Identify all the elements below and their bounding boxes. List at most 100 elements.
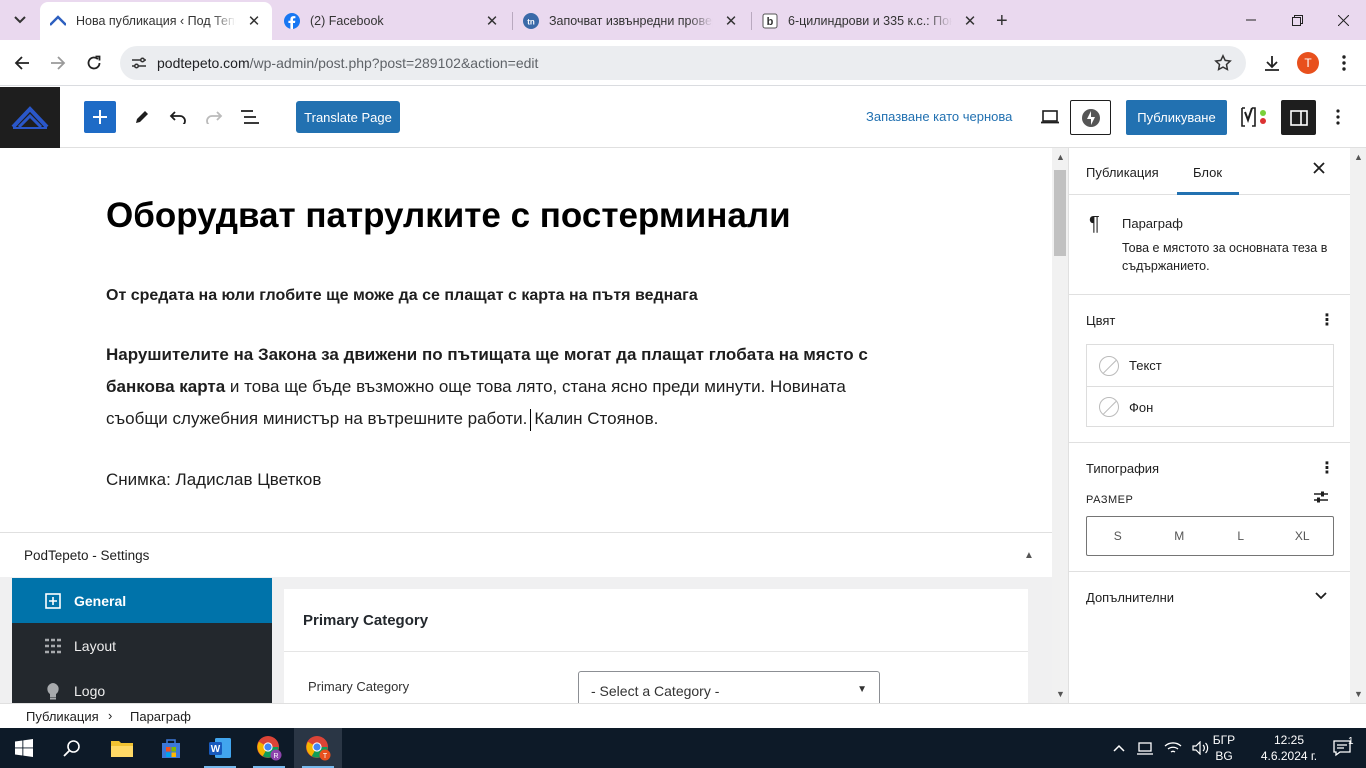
restore-button[interactable] — [1274, 0, 1320, 40]
back-button[interactable] — [8, 49, 36, 77]
settings-sidebar-toggle[interactable] — [1281, 100, 1316, 135]
browser-tab[interactable]: (2) Facebook ✕ — [274, 2, 510, 40]
nav-label: Logo — [74, 682, 106, 699]
size-option-m[interactable]: M — [1149, 517, 1211, 555]
scroll-up-arrow-icon[interactable]: ▲ — [1354, 152, 1363, 162]
close-sidebar-button[interactable] — [1313, 162, 1325, 174]
browser-toolbar: podtepeto.com/wp-admin/post.php?post=289… — [0, 40, 1366, 86]
text-color-item[interactable]: Текст — [1087, 345, 1333, 386]
reload-button[interactable] — [80, 49, 108, 77]
translate-page-button[interactable]: Translate Page — [296, 101, 400, 133]
chevron-down-icon[interactable] — [1314, 588, 1328, 602]
address-bar[interactable]: podtepeto.com/wp-admin/post.php?post=289… — [120, 46, 1246, 80]
scroll-up-arrow-icon[interactable]: ▲ — [1056, 152, 1065, 162]
profile-avatar[interactable]: T — [1297, 52, 1319, 74]
background-color-item[interactable]: Фон — [1087, 386, 1333, 427]
browser-menu-button[interactable] — [1330, 49, 1358, 77]
metabox-header[interactable]: PodTepeto - Settings ▲ — [0, 533, 1052, 577]
post-title-field[interactable]: Оборудват патрулките с постерминали — [106, 196, 791, 236]
subtitle-paragraph[interactable]: От средата на юли глобите ще може да се … — [106, 280, 906, 312]
body-paragraph[interactable]: Нарушителите на Закона за движени по път… — [106, 339, 906, 435]
undo-button[interactable] — [162, 101, 194, 133]
size-option-l[interactable]: L — [1210, 517, 1272, 555]
redo-button[interactable] — [198, 101, 230, 133]
svg-text:T: T — [323, 753, 328, 760]
collapse-arrow-icon[interactable]: ▲ — [1024, 550, 1034, 561]
close-icon[interactable]: ✕ — [721, 11, 741, 31]
window-close-button[interactable] — [1320, 0, 1366, 40]
downloads-button[interactable] — [1258, 49, 1286, 77]
size-option-xl[interactable]: XL — [1272, 517, 1334, 555]
size-option-s[interactable]: S — [1087, 517, 1149, 555]
preview-button[interactable] — [1034, 101, 1066, 133]
kebab-menu-icon[interactable]: ⋮ — [1319, 458, 1335, 478]
arrow-right-icon — [51, 56, 66, 70]
options-menu-button[interactable] — [1322, 101, 1354, 133]
close-icon[interactable]: ✕ — [482, 11, 502, 31]
browser-tab-active[interactable]: Нова публикация ‹ Под Тепето ✕ — [40, 2, 272, 40]
tab-search-button[interactable] — [8, 8, 32, 32]
select-value: - Select a Category - — [591, 683, 720, 699]
color-swatch-icon — [1099, 355, 1119, 376]
show-hidden-icons-icon[interactable] — [1112, 743, 1126, 753]
scroll-down-arrow-icon[interactable]: ▼ — [1056, 689, 1065, 699]
block-name: Параграф — [1122, 216, 1183, 231]
yoast-icon — [1241, 107, 1266, 127]
chrome-profile-t-button[interactable]: T — [294, 728, 342, 768]
block-breadcrumb: Публикация › Параграф — [0, 703, 1366, 728]
scroll-down-arrow-icon[interactable]: ▼ — [1354, 689, 1363, 699]
notifications-button[interactable]: 1 — [1318, 728, 1366, 768]
document-overview-button[interactable] — [234, 101, 266, 133]
input-language-indicator[interactable]: БГР BG — [1206, 732, 1242, 764]
section-title: Primary Category — [303, 612, 429, 629]
nav-label: General — [74, 592, 127, 609]
custom-size-toggle[interactable] — [1313, 490, 1329, 504]
primary-category-select[interactable]: - Select a Category - ▼ — [578, 671, 880, 703]
clock[interactable]: 12:25 4.6.2024 г. — [1256, 732, 1322, 764]
sidebar-scrollbar[interactable]: ▲ ▼ — [1350, 148, 1366, 703]
redo-icon — [206, 111, 223, 124]
save-draft-button[interactable]: Запазване като чернова — [866, 109, 1012, 124]
block-inserter-button[interactable] — [84, 101, 116, 133]
bookmark-star-icon[interactable] — [1214, 54, 1232, 72]
system-tray — [1112, 728, 1210, 768]
start-button[interactable] — [0, 728, 48, 768]
url-text: podtepeto.com/wp-admin/post.php?post=289… — [157, 55, 539, 71]
new-tab-button[interactable]: + — [996, 10, 1008, 33]
forward-button[interactable] — [44, 49, 72, 77]
wifi-icon[interactable] — [1164, 741, 1182, 755]
search-button[interactable] — [48, 728, 96, 768]
word-button[interactable]: W — [196, 728, 244, 768]
site-info-icon[interactable] — [130, 54, 148, 72]
tab-publication[interactable]: Публикация — [1086, 165, 1159, 180]
close-icon[interactable]: ✕ — [244, 11, 264, 31]
editor-scrollbar[interactable]: ▲ ▼ — [1052, 148, 1068, 703]
metabox-nav-logo[interactable]: Logo — [12, 668, 272, 703]
language-code: БГР — [1212, 733, 1236, 747]
file-explorer-button[interactable] — [98, 728, 146, 768]
publish-button[interactable]: Публикуване — [1126, 100, 1227, 135]
metabox-nav-general[interactable]: General — [12, 578, 272, 623]
yoast-seo-button[interactable] — [1238, 101, 1270, 133]
browser-tab[interactable]: tn Започват извънредни проверки ✕ — [513, 2, 749, 40]
photo-credit-paragraph[interactable]: Снимка: Ладислав Цветков — [106, 464, 906, 496]
chrome-profile-r-button[interactable]: R — [245, 728, 293, 768]
kebab-menu-icon[interactable]: ⋮ — [1319, 310, 1335, 330]
breadcrumb-current[interactable]: Параграф — [130, 709, 191, 724]
minimize-button[interactable] — [1228, 0, 1274, 40]
tools-button[interactable] — [126, 101, 158, 133]
close-icon[interactable]: ✕ — [960, 11, 980, 31]
breadcrumb-root[interactable]: Публикация — [26, 709, 99, 724]
advanced-panel-toggle[interactable]: Допълнителни — [1086, 590, 1174, 605]
store-button[interactable] — [147, 728, 195, 768]
metabox-nav-layout[interactable]: Layout — [12, 623, 272, 668]
metabox-panel: Primary Category Primary Category - Sele… — [284, 589, 1028, 703]
jetpack-button[interactable] — [1070, 100, 1111, 135]
site-logo-button[interactable] — [0, 87, 60, 148]
browser-tab[interactable]: b 6-цилиндрови и 335 к.с.: Пока ✕ — [752, 2, 988, 40]
tab-block[interactable]: Блок — [1193, 165, 1222, 180]
scrollbar-thumb[interactable] — [1054, 170, 1066, 256]
tn-favicon-icon: tn — [523, 13, 539, 29]
network-icon[interactable] — [1136, 741, 1154, 755]
editor-header: Translate Page Запазване като чернова Пу… — [0, 87, 1366, 148]
